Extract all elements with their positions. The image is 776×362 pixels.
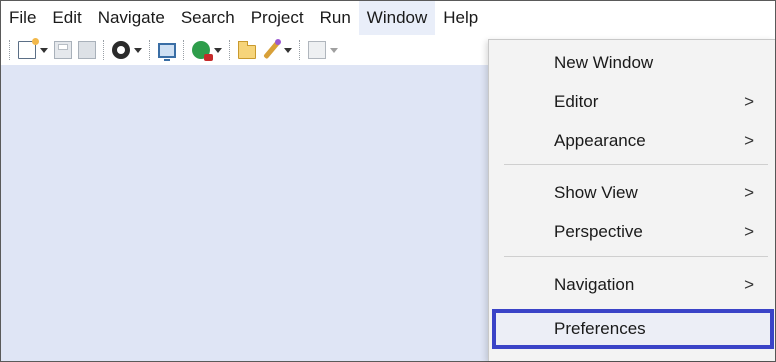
- menu-help[interactable]: Help: [435, 1, 486, 35]
- menu-item-preferences[interactable]: Preferences: [492, 309, 774, 349]
- menu-item-label: New Window: [554, 53, 654, 72]
- menu-item-label: Appearance: [554, 131, 646, 150]
- chevron-right-icon: >: [744, 222, 754, 241]
- toolbar-separator: [9, 40, 11, 60]
- import-dropdown-arrow-icon[interactable]: [330, 47, 338, 53]
- app-window: File Edit Navigate Search Project Run Wi…: [0, 0, 776, 362]
- toolbar-separator: [183, 40, 185, 60]
- menu-project[interactable]: Project: [243, 1, 312, 35]
- import-icon[interactable]: [308, 41, 326, 59]
- menu-search[interactable]: Search: [173, 1, 243, 35]
- new-wizard-icon[interactable]: [18, 38, 39, 59]
- chevron-right-icon: >: [744, 131, 754, 150]
- open-folder-icon[interactable]: [238, 40, 256, 59]
- run-dropdown-arrow-icon[interactable]: [214, 47, 222, 53]
- console-icon[interactable]: [158, 43, 176, 61]
- menu-item-label: Navigation: [554, 275, 635, 294]
- debug-icon[interactable]: [112, 41, 130, 59]
- menu-file[interactable]: File: [1, 1, 44, 35]
- chevron-right-icon: >: [744, 92, 754, 111]
- chevron-right-icon: >: [744, 275, 754, 294]
- window-menu-dropdown: New Window Editor > Appearance > Show Vi…: [488, 39, 775, 361]
- menu-window[interactable]: Window: [358, 1, 436, 35]
- chevron-right-icon: >: [744, 183, 754, 202]
- save-all-icon[interactable]: [75, 38, 96, 59]
- menu-item-editor[interactable]: Editor >: [489, 85, 776, 118]
- menu-item-navigation[interactable]: Navigation >: [489, 268, 776, 301]
- menu-item-new-window[interactable]: New Window: [489, 46, 776, 79]
- save-icon[interactable]: [54, 41, 72, 59]
- menu-item-perspective[interactable]: Perspective >: [489, 215, 776, 248]
- new-dropdown-arrow-icon[interactable]: [40, 47, 48, 53]
- menu-item-appearance[interactable]: Appearance >: [489, 124, 776, 157]
- menu-item-label: Editor: [554, 92, 599, 111]
- external-tools-icon[interactable]: [262, 39, 281, 59]
- menu-edit[interactable]: Edit: [44, 1, 89, 35]
- menu-run[interactable]: Run: [312, 1, 359, 35]
- menu-bar: File Edit Navigate Search Project Run Wi…: [1, 1, 775, 35]
- external-tools-dropdown-arrow-icon[interactable]: [284, 47, 292, 53]
- toolbar-separator: [299, 40, 301, 60]
- toolbar-separator: [103, 40, 105, 60]
- toolbar-separator: [229, 40, 231, 60]
- debug-dropdown-arrow-icon[interactable]: [134, 47, 142, 53]
- menu-item-show-view[interactable]: Show View >: [489, 176, 776, 209]
- run-icon[interactable]: [192, 41, 213, 61]
- menu-navigate[interactable]: Navigate: [90, 1, 173, 35]
- menu-item-label: Show View: [554, 183, 638, 202]
- menu-item-label: Preferences: [554, 319, 646, 338]
- menu-separator: [504, 164, 768, 165]
- toolbar-separator: [149, 40, 151, 60]
- menu-separator: [504, 256, 768, 257]
- menu-item-label: Perspective: [554, 222, 643, 241]
